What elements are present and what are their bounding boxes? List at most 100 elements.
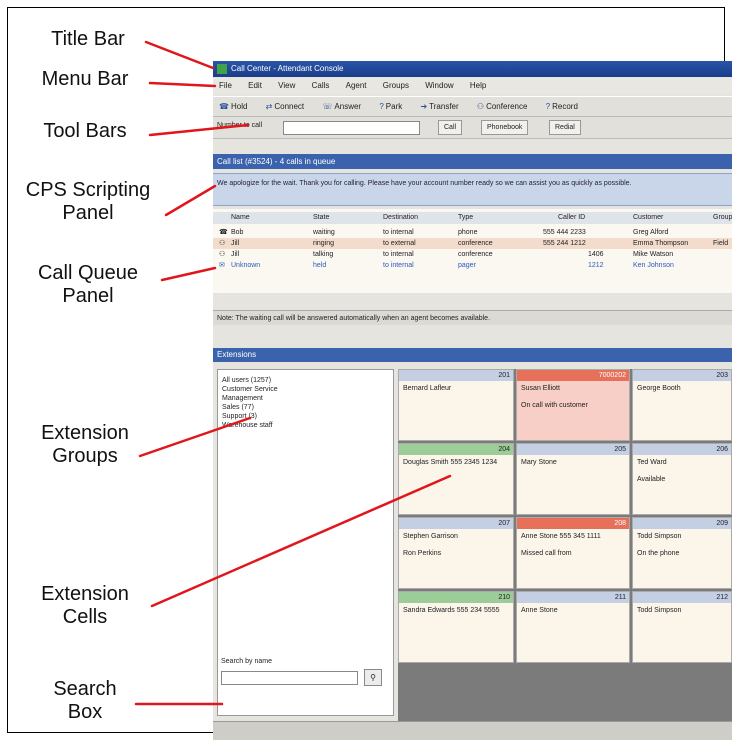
extension-status [633,615,731,623]
menu-calls[interactable]: Calls [312,81,330,90]
extension-status [517,615,629,623]
group-item[interactable]: Support (3) [218,412,393,421]
extension-name: Sandra Edwards 555 234 5555 [403,607,500,614]
transfer-button[interactable]: ➔ Transfer [420,97,458,116]
window-title: Call Center - Attendant Console [231,64,344,73]
queue-row[interactable]: ✉ Unknown held to internal pager 1212 Ke… [213,260,732,271]
connect-button[interactable]: ⇄ Connect [266,97,305,116]
answer-icon: ☏ [322,102,333,111]
extension-cell[interactable]: 208 Anne Stone 555 345 1111 Missed call … [516,517,630,589]
queue-row[interactable]: ⚇ Jill ringing to external conference 55… [213,238,732,249]
toolbar-main: ☎ Hold ⇄ Connect ☏ Answer ? Park ➔ Transfer ⚇… [213,96,732,117]
extension-cell[interactable]: 206 Ted Ward Available [632,443,732,515]
transfer-icon: ➔ [420,102,428,111]
extension-cell[interactable]: 205 Mary Stone [516,443,630,515]
conference-label: Conference [486,102,528,111]
app-icon [217,64,227,74]
queue-row[interactable]: ☎ Bob waiting to internal phone 555 444 … [213,227,732,238]
callout-extension-cells: Extension Cells [30,583,140,629]
group-item[interactable]: Management [218,394,393,403]
call-queue-panel: Name State Destination Type Caller ID Cu… [213,209,732,293]
extension-cell[interactable]: 210 Sandra Edwards 555 234 5555 [398,591,514,663]
queue-row[interactable]: ⚇ Jill talking to internal conference 14… [213,249,732,260]
extension-cell[interactable]: 209 Todd Simpson On the phone [632,517,732,589]
extension-status: Ron Perkins [403,550,442,557]
menu-view[interactable]: View [278,81,295,90]
callout-groups-line1: Extension [41,422,129,444]
call-button[interactable]: Call [438,120,463,135]
menu-help[interactable]: Help [470,81,486,90]
queue-cell: talking [313,251,334,258]
status-bar [213,721,732,740]
park-button[interactable]: ? Park [379,97,402,116]
extension-cell[interactable]: 203 George Booth [632,369,732,441]
extension-cell[interactable]: 212 Todd Simpson [632,591,732,663]
answer-label: Answer [334,102,362,111]
extension-cells-area: 201 Bernard Lafleur 7000202 Susan Elliot… [398,369,732,722]
app-window: Call Center - Attendant Console File Edi… [213,61,732,740]
menu-file[interactable]: File [219,81,232,90]
transfer-label: Transfer [429,102,459,111]
col-name[interactable]: Name [231,212,250,224]
menu-edit[interactable]: Edit [248,81,262,90]
extension-number: 211 [517,592,629,603]
menu-groups[interactable]: Groups [383,81,409,90]
callout-cps-line2: Panel [62,202,114,224]
menu-agent[interactable]: Agent [346,81,367,90]
queue-cell: Emma Thompson [633,240,689,247]
queue-cell: Field [713,240,729,247]
queue-cell: 1212 [588,262,604,269]
callout-search-line2: Box [67,701,103,723]
extension-status [399,467,513,475]
group-item[interactable]: All users (1257) [218,376,393,385]
extension-cell[interactable]: 201 Bernard Lafleur [398,369,514,441]
phonebook-button[interactable]: Phonebook [481,120,529,135]
extension-cell[interactable]: 207 Stephen Garrison Ron Perkins [398,517,514,589]
queue-cell: conference [458,251,493,258]
extension-number: 205 [517,444,629,455]
phone-icon: ☎ [219,229,228,236]
group-item[interactable]: Sales (77) [218,403,393,412]
col-customer[interactable]: Customer [633,212,663,224]
group-item[interactable]: Customer Service [218,385,393,394]
queue-header: Name State Destination Type Caller ID Cu… [213,212,732,224]
menu-window[interactable]: Window [425,81,453,90]
extension-name: Anne Stone 555 345 1111 [521,533,601,540]
queue-cell: phone [458,229,478,236]
col-state[interactable]: State [313,212,329,224]
queue-cell: to internal [383,229,414,236]
queue-cell: conference [458,240,493,247]
extension-name: Douglas Smith 555 2345 1234 [403,459,498,466]
search-icon[interactable]: ⚲ [364,669,382,686]
dial-input[interactable] [283,121,420,135]
group-item[interactable]: Warehouse staff [218,421,393,430]
extension-status: Missed call from [521,550,572,557]
extension-number: 204 [399,444,513,455]
col-group[interactable]: Group [713,212,732,224]
conference-icon: ⚇ [476,102,485,111]
queue-cell: 555 244 1212 [543,240,586,247]
queue-cell: Mike Watson [633,251,674,258]
queue-cell: to internal [383,262,414,269]
callout-menu-bar: Menu Bar [41,68,129,90]
extension-status: On the phone [637,550,680,557]
extension-cell[interactable]: 211 Anne Stone [516,591,630,663]
conference-button[interactable]: ⚇ Conference [477,97,528,116]
record-button[interactable]: ? Record [546,97,578,116]
answer-button[interactable]: ☏ Answer [322,97,361,116]
extension-cell[interactable]: 204 Douglas Smith 555 2345 1234 [398,443,514,515]
hold-button[interactable]: ☎ Hold [219,97,247,116]
extension-number: 207 [399,518,513,529]
col-caller-id[interactable]: Caller ID [558,212,585,224]
callout-tool-bars: Tool Bars [43,120,127,142]
search-input[interactable] [221,671,358,685]
redial-button[interactable]: Redial [549,120,581,135]
extension-cell[interactable]: 7000202 Susan Elliott On call with custo… [516,369,630,441]
callout-cells-line1: Extension [41,583,129,605]
queue-cell: Greg Alford [633,229,669,236]
extension-name: Susan Elliott [521,385,560,392]
queue-status-bar: Note: The waiting call will be answered … [213,310,732,325]
col-type[interactable]: Type [458,212,473,224]
col-destination[interactable]: Destination [383,212,418,224]
connect-label: Connect [274,102,305,111]
